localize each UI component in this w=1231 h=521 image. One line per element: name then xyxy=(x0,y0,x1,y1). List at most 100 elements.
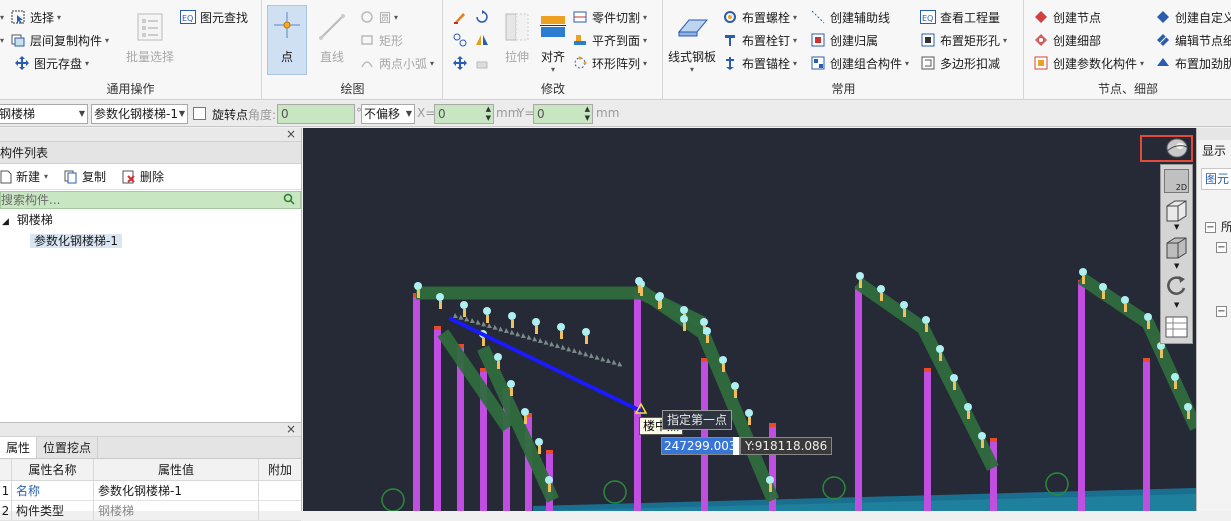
create-node-button[interactable]: 创建节点 xyxy=(1033,7,1101,27)
move-tool-button[interactable] xyxy=(452,53,472,73)
tree-item-steel-stair[interactable]: ◢ 钢楼梯 xyxy=(0,210,301,231)
tread-bracket xyxy=(903,309,906,317)
rotate-tool-button[interactable] xyxy=(474,7,494,27)
stretch-icon xyxy=(500,10,534,44)
instance-combo[interactable]: 参数化钢楼梯-1 ▼ xyxy=(91,104,188,124)
tread-bracket xyxy=(538,446,541,454)
line-plate-button[interactable]: 线式钢板 ▾ xyxy=(668,10,716,74)
x-input[interactable]: 0 ▲ ▼ xyxy=(434,104,494,124)
view-2d-button[interactable]: 2D xyxy=(1164,169,1189,193)
line-button[interactable]: 直线 xyxy=(315,10,349,65)
copy-tool-button[interactable] xyxy=(452,30,472,50)
pen-tool-button[interactable] xyxy=(452,7,472,27)
create-group-button[interactable]: 创建归属 xyxy=(810,30,878,50)
create-param-button[interactable]: 创建参数化构件 ▾ xyxy=(1033,53,1144,73)
render-mode-icon[interactable] xyxy=(1163,137,1191,159)
batch-select-icon xyxy=(133,10,167,44)
expand-toggle-icon[interactable]: − xyxy=(1216,242,1227,253)
point-button[interactable]: 点 xyxy=(267,5,307,75)
tab-position[interactable]: 位置挖点 xyxy=(37,437,99,458)
mirror-tool-button[interactable] xyxy=(474,30,494,50)
tread-tooth xyxy=(526,334,532,340)
create-aux-line-button[interactable]: 创建辅助线 xyxy=(810,7,890,27)
line-plate-icon xyxy=(675,10,709,44)
expand-toggle-icon[interactable]: − xyxy=(1205,222,1216,233)
table-row[interactable]: 1 名称 参数化钢楼梯-1 xyxy=(0,481,301,501)
tread-node xyxy=(978,432,986,440)
tread-node xyxy=(1184,403,1192,411)
layer-filter-icon[interactable] xyxy=(1164,315,1189,339)
view-cube-icon[interactable] xyxy=(1164,235,1189,261)
tread-bracket xyxy=(1187,411,1190,419)
two-point-arc-button[interactable]: 两点小弧 ▾ xyxy=(359,53,434,73)
search-icon[interactable] xyxy=(283,193,295,209)
table-row[interactable]: 2 构件类型 钢楼梯 xyxy=(0,501,301,521)
spinner-icon: ▲ ▼ xyxy=(584,105,590,122)
place-stiffener-button[interactable]: 布置加劲肋 xyxy=(1155,53,1231,73)
find-element-button[interactable]: EQ 图元查找 xyxy=(180,7,248,27)
erase-tool-button[interactable] xyxy=(474,53,494,73)
place-bolt-button[interactable]: 布置螺栓 ▾ xyxy=(722,7,797,27)
close-icon[interactable]: × xyxy=(286,127,296,141)
tab-display[interactable]: 显示 xyxy=(1202,142,1226,159)
chevron-down-icon[interactable]: ▼ xyxy=(1174,301,1179,309)
chevron-down-icon[interactable]: ▼ xyxy=(1174,262,1179,270)
polygon-cut-icon xyxy=(920,55,936,71)
create-combo-button[interactable]: 创建组合构件 ▾ xyxy=(810,53,909,73)
tread-node xyxy=(460,301,468,309)
find-icon: EQ xyxy=(180,9,196,25)
rect-button[interactable]: 矩形 xyxy=(359,30,403,50)
delete-button[interactable]: 删除 xyxy=(122,168,164,185)
circle-button[interactable]: 圆 ▾ xyxy=(359,7,398,27)
tread-node xyxy=(936,345,944,353)
align-button[interactable]: 对齐 ▾ xyxy=(536,10,570,74)
tread-node xyxy=(535,438,543,446)
polygon-cut-button[interactable]: 多边形扣减 xyxy=(920,53,1000,73)
rotate-point-checkbox[interactable] xyxy=(193,107,206,120)
save-element-button[interactable]: 图元存盘 ▾ xyxy=(14,53,89,73)
coord-cursor xyxy=(733,437,739,455)
flush-face-button[interactable]: 平齐到面 ▾ xyxy=(572,30,647,50)
coord-x-input[interactable]: 247299.003 xyxy=(661,437,740,455)
tread-node xyxy=(507,380,515,388)
svg-text:EQ: EQ xyxy=(922,14,933,23)
angle-input[interactable]: 0 xyxy=(277,104,355,124)
chevron-down-icon[interactable]: ▼ xyxy=(1174,223,1179,231)
place-stud-button[interactable]: 布置栓钉 ▾ xyxy=(722,30,797,50)
stair-stringer xyxy=(477,345,559,503)
create-detail-button[interactable]: 创建细部 xyxy=(1033,30,1101,50)
tread-bracket xyxy=(548,484,551,492)
expand-toggle-icon[interactable]: − xyxy=(1216,306,1227,317)
select-button[interactable]: ▾ 选择 ▾ xyxy=(0,7,61,27)
stair-post xyxy=(1078,280,1085,511)
tread-tooth xyxy=(589,353,594,358)
view-3d-box-icon[interactable] xyxy=(1164,198,1189,224)
collapse-triangle-icon[interactable]: ◢ xyxy=(2,217,9,227)
offset-combo[interactable]: 不偏移 ▼ xyxy=(361,104,415,124)
place-rect-hole-button[interactable]: 布置矩形孔 ▾ xyxy=(920,30,1007,50)
new-button[interactable]: 新建 ▾ xyxy=(0,168,48,185)
y-input[interactable]: 0 ▲ ▼ xyxy=(533,104,593,124)
align-icon xyxy=(536,10,570,44)
tread-bracket xyxy=(511,320,514,328)
create-custom-button[interactable]: 创建自定义 xyxy=(1155,7,1231,27)
place-anchor-button[interactable]: 布置锚栓 ▾ xyxy=(722,53,797,73)
view-quantity-button[interactable]: EQ 查看工程量 xyxy=(920,7,1000,27)
close-icon[interactable]: × xyxy=(286,422,296,436)
stretch-button[interactable]: 拉伸 xyxy=(500,10,534,65)
ring-array-button[interactable]: 环形阵列 ▾ xyxy=(572,53,647,73)
3d-viewport[interactable]: 楼中点 指定第一点 247299.003 Y:918118.086 xyxy=(303,128,1196,511)
type-combo[interactable]: 钢楼梯 ▼ xyxy=(0,104,88,124)
tree-item-param-stair[interactable]: 参数化钢楼梯-1 xyxy=(0,231,301,252)
component-search-input[interactable]: 搜索构件... xyxy=(0,191,301,209)
coord-y-display: Y:918118.086 xyxy=(740,437,833,455)
tread-node xyxy=(745,409,753,417)
copy-between-floors-button[interactable]: ▾ 层间复制构件 ▾ xyxy=(0,30,109,50)
rotate-view-icon[interactable] xyxy=(1164,273,1189,299)
tab-properties[interactable]: 属性 xyxy=(0,437,38,458)
batch-select-button[interactable]: 批量选择 xyxy=(126,10,174,65)
tab-elements[interactable]: 图元 xyxy=(1201,168,1231,190)
edit-node-button[interactable]: 编辑节点细 xyxy=(1155,30,1231,50)
copy-button[interactable]: 复制 xyxy=(64,168,106,185)
part-cut-button[interactable]: 零件切割 ▾ xyxy=(572,7,647,27)
